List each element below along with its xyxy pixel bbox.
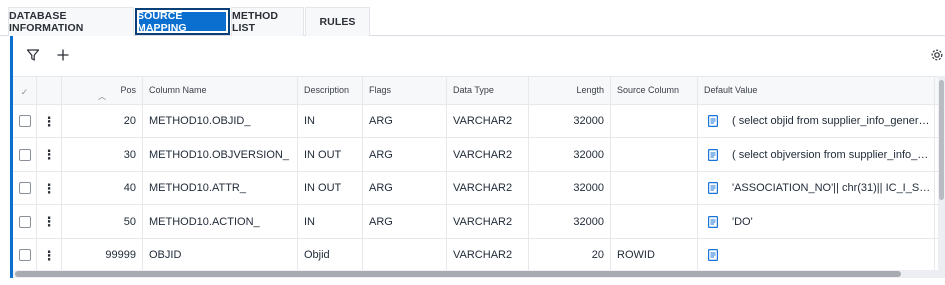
add-icon[interactable] <box>54 46 72 64</box>
sort-ascending-icon[interactable]: ︿ <box>98 91 106 102</box>
cell-pos: 40 <box>62 172 143 204</box>
cell-data-type: VARCHAR2 <box>447 172 529 204</box>
column-header-data-type[interactable]: Data Type <box>447 77 529 104</box>
toolbar <box>10 36 945 76</box>
cell-source-column <box>611 138 698 171</box>
cell-default-value: ( select objversion from supplier_info_g… <box>698 138 935 171</box>
settings-icon[interactable] <box>928 46 945 64</box>
row-menu-icon[interactable]: ⋮ <box>37 239 62 271</box>
tab-database-information[interactable]: DATABASE INFORMATION <box>8 7 134 36</box>
cell-pos: 99999 <box>62 239 143 271</box>
column-header-flags[interactable]: Flags <box>363 77 447 104</box>
tab-method-list[interactable]: METHOD LIST <box>231 7 304 36</box>
cell-description: IN <box>298 205 363 238</box>
cell-default-value: ( select objid from supplier_info_genera… <box>698 105 935 137</box>
column-header-description[interactable]: Description <box>298 77 363 104</box>
cell-source-column <box>611 105 698 137</box>
horizontal-scroll-thumb[interactable] <box>15 271 901 277</box>
table-row[interactable]: ⋮ 20 METHOD10.OBJID_ IN ARG VARCHAR2 320… <box>13 105 945 138</box>
column-header-default-value[interactable]: Default Value <box>698 77 935 104</box>
vertical-scrollbar[interactable] <box>938 76 945 270</box>
row-menu-icon[interactable]: ⋮ <box>37 138 62 171</box>
cell-description: Objid <box>298 239 363 271</box>
column-header-source-column[interactable]: Source Column <box>611 77 698 104</box>
cell-length: 20 <box>529 239 611 271</box>
cell-length: 32000 <box>529 138 611 171</box>
cell-data-type: VARCHAR2 <box>447 239 529 271</box>
row-menu-icon[interactable]: ⋮ <box>37 172 62 204</box>
filter-icon[interactable] <box>24 46 42 64</box>
cell-default-value: 'ASSOCIATION_NO'|| chr(31)|| IC_I_SUP... <box>698 172 935 204</box>
cell-data-type: VARCHAR2 <box>447 138 529 171</box>
cell-pos: 20 <box>62 105 143 137</box>
default-value-text: 'DO' <box>732 215 753 228</box>
tab-source-mapping[interactable]: SOURCE MAPPING <box>135 8 230 35</box>
select-all-checkbox[interactable]: ✓ <box>13 77 37 104</box>
cell-default-value: 'DO' <box>698 205 935 238</box>
default-value-text: ( select objversion from supplier_info_g… <box>732 148 932 161</box>
row-checkbox[interactable] <box>13 205 37 238</box>
cell-column-name: OBJID <box>143 239 298 271</box>
cell-data-type: VARCHAR2 <box>447 105 529 137</box>
cell-description: IN <box>298 105 363 137</box>
cell-length: 32000 <box>529 172 611 204</box>
row-menu-icon[interactable]: ⋮ <box>37 105 62 137</box>
row-checkbox[interactable] <box>13 105 37 137</box>
cell-source-column <box>611 172 698 204</box>
document-icon[interactable] <box>706 215 720 229</box>
table-row[interactable]: ⋮ 50 METHOD10.ACTION_ IN ARG VARCHAR2 32… <box>13 205 945 239</box>
column-header-length[interactable]: Length <box>529 77 611 104</box>
header-menu-cell <box>37 77 62 104</box>
tab-rules[interactable]: RULES <box>305 7 370 36</box>
cell-flags: ARG <box>363 172 447 204</box>
cell-source-column <box>611 205 698 238</box>
cell-pos: 50 <box>62 205 143 238</box>
column-header-column-name[interactable]: Column Name <box>143 77 298 104</box>
cell-column-name: METHOD10.ACTION_ <box>143 205 298 238</box>
default-value-text: 'ASSOCIATION_NO'|| chr(31)|| IC_I_SUP... <box>732 182 932 194</box>
column-header-pos[interactable]: Pos ︿ <box>62 77 143 104</box>
cell-default-value <box>698 239 935 271</box>
cell-column-name: METHOD10.ATTR_ <box>143 172 298 204</box>
vertical-scroll-thumb[interactable] <box>939 80 944 200</box>
document-icon[interactable] <box>706 248 720 262</box>
table-row[interactable]: ⋮ 40 METHOD10.ATTR_ IN OUT ARG VARCHAR2 … <box>13 172 945 205</box>
default-value-text: ( select objid from supplier_info_genera… <box>732 115 932 127</box>
cell-length: 32000 <box>529 105 611 137</box>
cell-data-type: VARCHAR2 <box>447 205 529 238</box>
column-header-pos-label: Pos <box>120 85 136 95</box>
cell-pos: 30 <box>62 138 143 171</box>
document-icon[interactable] <box>706 148 720 162</box>
cell-column-name: METHOD10.OBJID_ <box>143 105 298 137</box>
row-checkbox[interactable] <box>13 172 37 204</box>
table-row[interactable]: ⋮ 30 METHOD10.OBJVERSION_ IN OUT ARG VAR… <box>13 138 945 172</box>
cell-description: IN OUT <box>298 138 363 171</box>
document-icon[interactable] <box>706 181 720 195</box>
tab-bar: DATABASE INFORMATION SOURCE MAPPING METH… <box>0 6 945 36</box>
document-icon[interactable] <box>706 114 720 128</box>
cell-flags <box>363 239 447 271</box>
cell-column-name: METHOD10.OBJVERSION_ <box>143 138 298 171</box>
horizontal-scrollbar[interactable] <box>10 270 945 278</box>
cell-flags: ARG <box>363 138 447 171</box>
table-row[interactable]: ⋮ 99999 OBJID Objid VARCHAR2 20 ROWID <box>13 239 945 272</box>
cell-source-column: ROWID <box>611 239 698 271</box>
cell-description: IN OUT <box>298 172 363 204</box>
table-header: ✓ Pos ︿ Column Name Description Flags Da… <box>13 76 945 105</box>
row-checkbox[interactable] <box>13 138 37 171</box>
cell-flags: ARG <box>363 205 447 238</box>
row-menu-icon[interactable]: ⋮ <box>37 205 62 238</box>
row-checkbox[interactable] <box>13 239 37 271</box>
cell-length: 32000 <box>529 205 611 238</box>
source-mapping-table: ✓ Pos ︿ Column Name Description Flags Da… <box>10 76 945 272</box>
cell-flags: ARG <box>363 105 447 137</box>
